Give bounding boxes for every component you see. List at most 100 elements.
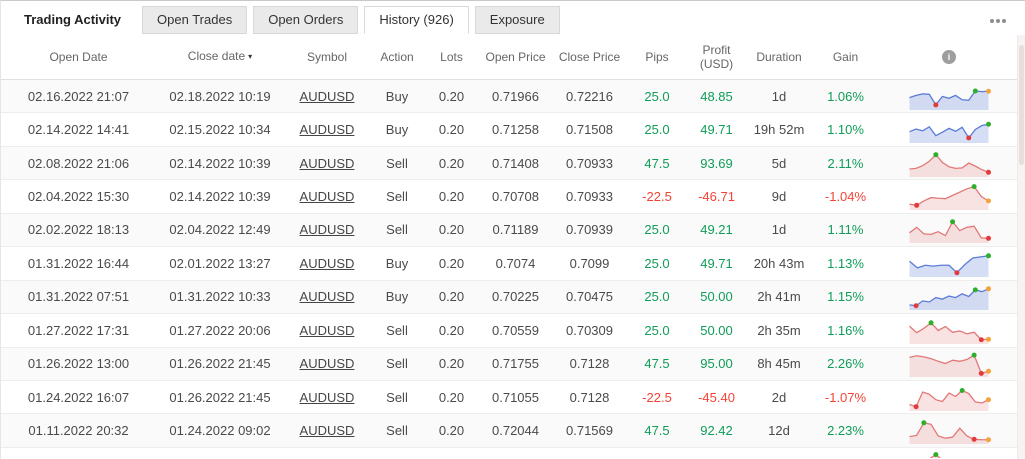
- column-header-chart[interactable]: i: [879, 50, 1019, 64]
- cell-profit: 50.00: [687, 289, 746, 304]
- symbol-link[interactable]: AUDUSD: [300, 289, 355, 304]
- tab-trading-activity[interactable]: Trading Activity: [9, 6, 136, 34]
- red-marker-dot: [966, 136, 971, 141]
- column-header-close_price[interactable]: Close Price: [552, 50, 627, 64]
- column-header-profit[interactable]: Profit(USD): [687, 43, 746, 71]
- symbol-link[interactable]: AUDUSD: [300, 423, 355, 438]
- cell-close_price: 0.71508: [552, 122, 627, 137]
- cell-symbol: AUDUSD: [284, 289, 370, 304]
- cell-duration: 9d: [746, 189, 812, 204]
- cell-close_price: 0.72216: [552, 89, 627, 104]
- cell-close_price: 0.70475: [552, 289, 627, 304]
- column-header-open_price[interactable]: Open Price: [479, 50, 552, 64]
- symbol-link[interactable]: AUDUSD: [300, 89, 355, 104]
- sparkline-chart: [907, 451, 991, 459]
- symbol-link[interactable]: AUDUSD: [300, 256, 355, 271]
- orange-marker-dot: [986, 369, 991, 374]
- table-body: 02.16.2022 21:0702.18.2022 10:19AUDUSDBu…: [1, 80, 1025, 458]
- cell-symbol: AUDUSD: [284, 323, 370, 338]
- scrollbar-thumb[interactable]: [1019, 45, 1024, 165]
- cell-open_date: 02.02.2022 18:13: [1, 222, 156, 237]
- cell-open_price: 0.71755: [479, 356, 552, 371]
- cell-gain: 2.23%: [812, 423, 879, 438]
- cell-symbol: AUDUSD: [284, 222, 370, 237]
- sparkline-chart: [907, 250, 991, 277]
- cell-gain: 1.06%: [812, 89, 879, 104]
- vertical-scrollbar[interactable]: [1017, 35, 1025, 459]
- cell-duration: 20h 43m: [746, 256, 812, 271]
- green-marker-dot: [933, 452, 938, 457]
- table-row: 01.27.2022 17:3101.27.2022 20:06 AUDUSD Se…: [1, 314, 1025, 347]
- cell-close_date: 01.26.2022 21:45: [156, 356, 284, 371]
- more-options-icon[interactable]: [987, 16, 1009, 26]
- column-header-duration[interactable]: Duration: [746, 50, 812, 64]
- cell-lots: 0.20: [424, 256, 479, 271]
- cell-close_date: 01.27.2022 20:06: [156, 323, 284, 338]
- info-icon[interactable]: i: [942, 50, 956, 64]
- cell-action: Sell: [370, 323, 424, 338]
- cell-chart: [879, 116, 1019, 143]
- table-row: 02.14.2022 14:4102.15.2022 10:34AUDUSDBu…: [1, 113, 1025, 146]
- cell-pips: -22.5: [627, 390, 687, 405]
- cell-chart: [879, 250, 1019, 277]
- orange-marker-dot: [986, 337, 991, 342]
- cell-duration: 19h 52m: [746, 122, 812, 137]
- cell-close_date: 01.24.2022 09:02: [156, 423, 284, 438]
- column-header-symbol[interactable]: Symbol: [284, 50, 370, 64]
- symbol-link[interactable]: AUDUSD: [300, 323, 355, 338]
- symbol-link[interactable]: AUDUSD: [300, 356, 355, 371]
- table-row: 02.04.2022 15:3002.14.2022 10:39AUDUSDSe…: [1, 180, 1025, 213]
- cell-open_date: 01.27.2022 17:31: [1, 323, 156, 338]
- red-marker-dot: [986, 169, 991, 174]
- cell-duration: 1d: [746, 222, 812, 237]
- cell-duration: 2h 41m: [746, 289, 812, 304]
- cell-symbol: AUDUSD: [284, 122, 370, 137]
- cell-chart: [879, 448, 1019, 459]
- tab-exposure[interactable]: Exposure: [475, 6, 560, 34]
- cell-close_price: 0.70309: [552, 323, 627, 338]
- cell-profit: 93.69: [687, 156, 746, 171]
- cell-close_date: 01.26.2022 21:45: [156, 390, 284, 405]
- green-marker-dot: [950, 220, 955, 225]
- column-header-action[interactable]: Action: [370, 50, 424, 64]
- cell-action: Buy: [370, 289, 424, 304]
- tab-open-trades[interactable]: Open Trades: [142, 6, 247, 34]
- table-row: 02.08.2022 21:0602.14.2022 10:39AUDUSDSe…: [1, 147, 1025, 180]
- cell-lots: 0.20: [424, 423, 479, 438]
- red-marker-dot: [979, 371, 984, 376]
- sparkline-chart: [907, 83, 991, 110]
- cell-gain: 1.15%: [812, 289, 879, 304]
- column-header-pips[interactable]: Pips: [627, 50, 687, 64]
- cell-profit: 49.21: [687, 222, 746, 237]
- cell-lots: 0.20: [424, 89, 479, 104]
- cell-open_date: 02.08.2022 21:06: [1, 156, 156, 171]
- tab-history-926[interactable]: History (926): [364, 6, 468, 34]
- cell-pips: 47.5: [627, 356, 687, 371]
- cell-gain: 1.16%: [812, 323, 879, 338]
- cell-symbol: AUDUSD: [284, 390, 370, 405]
- orange-marker-dot: [986, 397, 991, 402]
- cell-action: Sell: [370, 156, 424, 171]
- cell-profit: -46.71: [687, 189, 746, 204]
- column-header-open_date[interactable]: Open Date: [1, 50, 156, 64]
- symbol-link[interactable]: AUDUSD: [300, 189, 355, 204]
- symbol-link[interactable]: AUDUSD: [300, 156, 355, 171]
- symbol-link[interactable]: AUDUSD: [300, 390, 355, 405]
- column-header-close_date[interactable]: Close date▾: [156, 49, 284, 64]
- green-marker-dot: [921, 420, 926, 425]
- table-row: [1, 448, 1025, 459]
- orange-marker-dot: [986, 88, 991, 93]
- cell-duration: 5d: [746, 156, 812, 171]
- tab-open-orders[interactable]: Open Orders: [253, 6, 358, 34]
- column-header-gain[interactable]: Gain: [812, 50, 879, 64]
- table-row: 01.26.2022 13:0001.26.2022 21:45AUDUSDSe…: [1, 348, 1025, 381]
- symbol-link[interactable]: AUDUSD: [300, 122, 355, 137]
- cell-duration: 2d: [746, 390, 812, 405]
- symbol-link[interactable]: AUDUSD: [300, 222, 355, 237]
- cell-close_date: 02.18.2022 10:19: [156, 89, 284, 104]
- column-header-lots[interactable]: Lots: [424, 50, 479, 64]
- cell-pips: 25.0: [627, 222, 687, 237]
- cell-close_date: 01.31.2022 10:33: [156, 289, 284, 304]
- cell-lots: 0.20: [424, 323, 479, 338]
- cell-profit: 48.85: [687, 89, 746, 104]
